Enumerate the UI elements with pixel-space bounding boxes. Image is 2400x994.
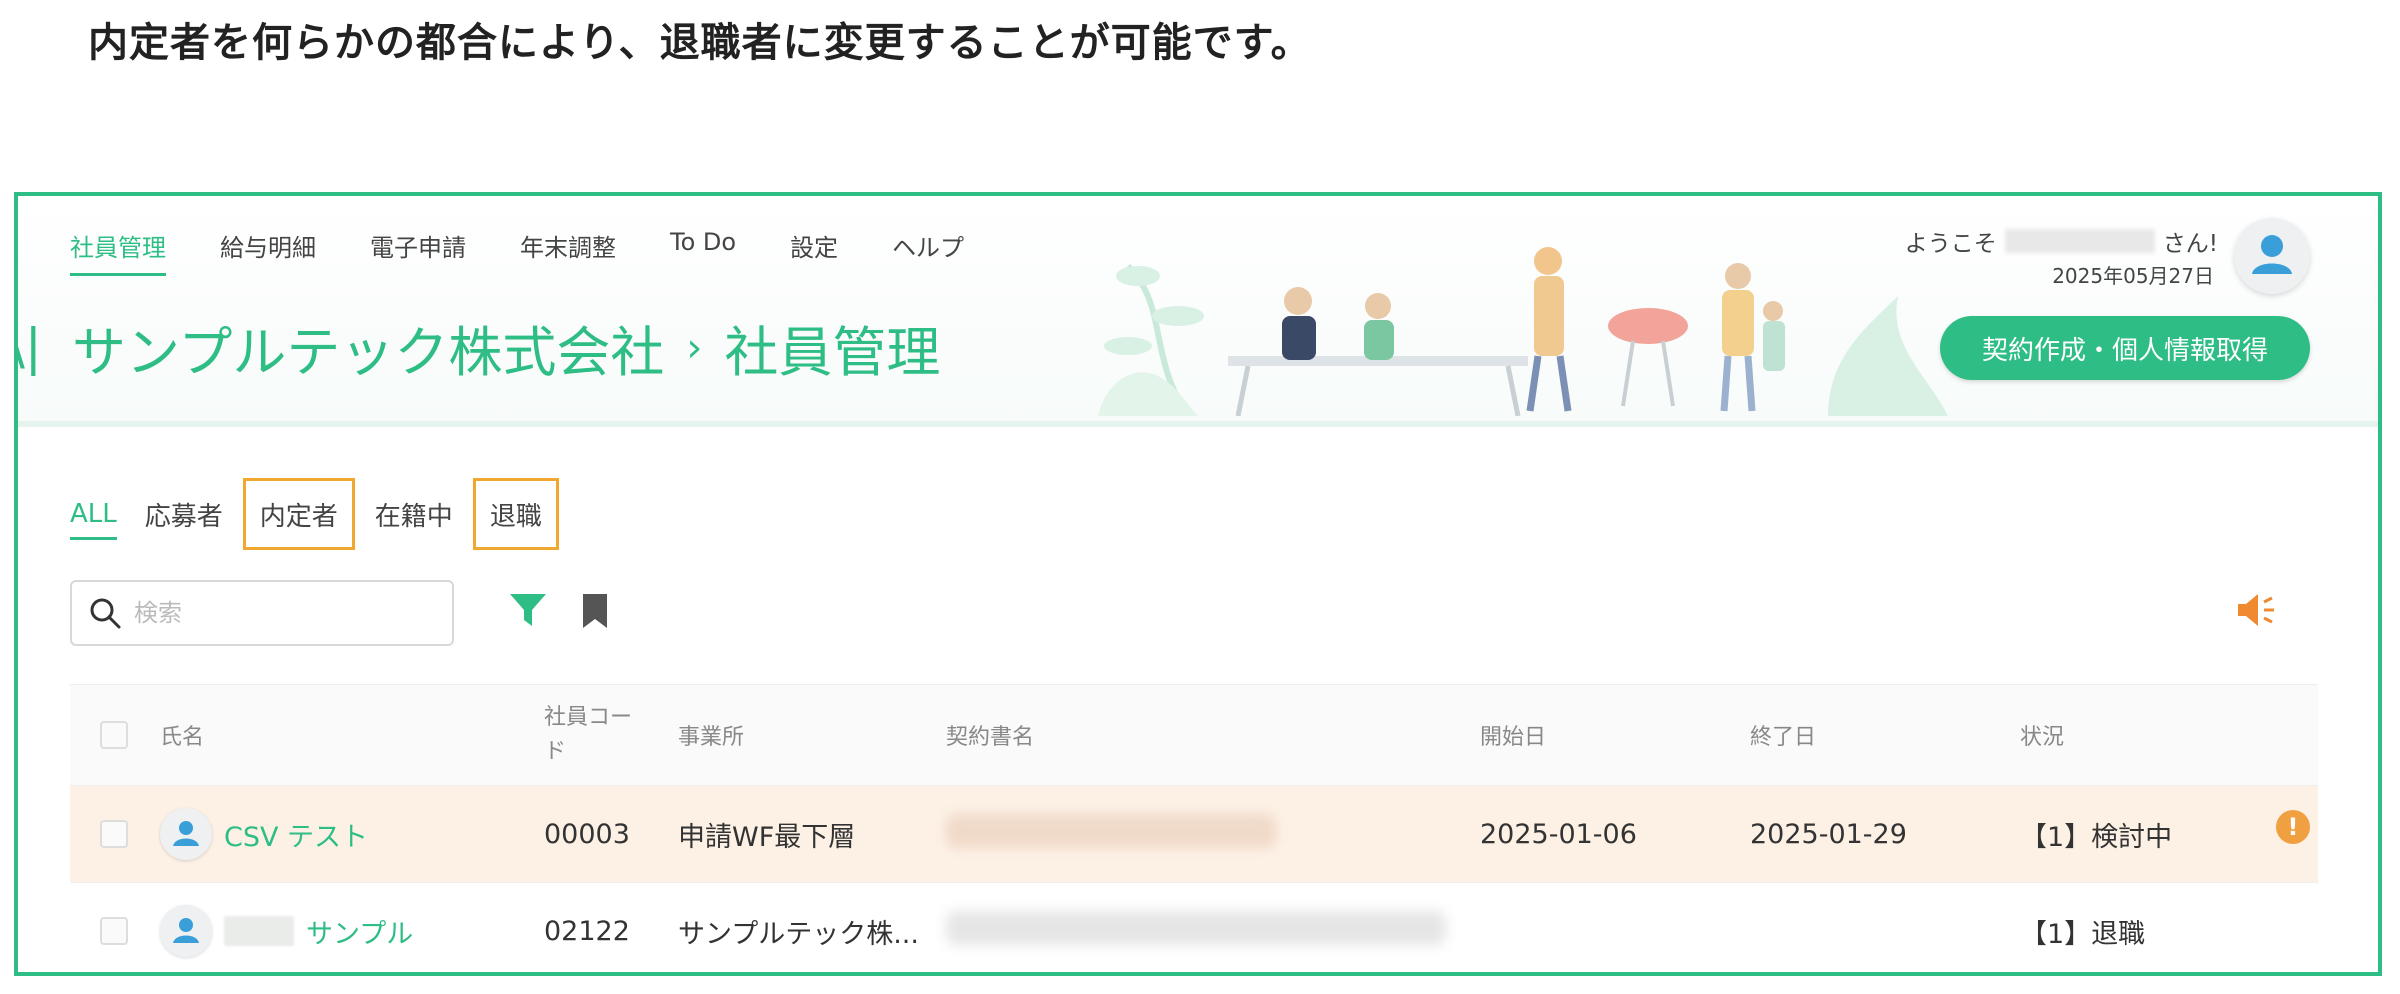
employee-name-link[interactable]: サンプル xyxy=(306,912,413,951)
tab-offered[interactable]: 内定者 xyxy=(242,478,355,550)
app-screenshot-frame: 社員管理 給与明細 電子申請 年末調整 To Do 設定 ヘルプ ようこそ さん… xyxy=(14,192,2382,976)
welcome-suffix: さん! xyxy=(2162,231,2218,257)
nav-item-settings[interactable]: 設定 xyxy=(790,228,838,276)
status-tabs: ALL 応募者 内定者 在籍中 退職 xyxy=(70,478,565,550)
search-box xyxy=(70,580,454,646)
redacted-contract xyxy=(946,910,1446,945)
redacted-surname xyxy=(224,916,294,946)
search-icon xyxy=(90,598,121,629)
row-checkbox-cell xyxy=(70,917,160,945)
select-all-checkbox[interactable] xyxy=(100,721,128,749)
page-title: サンプルテック株式会社 › 社員管理 xyxy=(72,308,940,387)
header-illustration xyxy=(1098,247,1948,416)
company-name[interactable]: サンプルテック株式会社 xyxy=(72,308,664,387)
user-icon xyxy=(2252,235,2292,274)
row-checkbox-cell xyxy=(70,820,160,848)
office-cell: サンプルテック株... xyxy=(678,918,919,950)
nav-item-payslip[interactable]: 給与明細 xyxy=(220,228,316,276)
row-checkbox[interactable] xyxy=(100,917,128,945)
filter-icon[interactable] xyxy=(508,590,548,630)
nav-item-help[interactable]: ヘルプ xyxy=(892,228,964,276)
speaker-icon[interactable] xyxy=(2234,588,2278,632)
section-name: 社員管理 xyxy=(724,321,941,384)
search-input[interactable] xyxy=(132,598,436,628)
tab-employed[interactable]: 在籍中 xyxy=(361,478,467,550)
bookmark-icon[interactable] xyxy=(580,592,610,630)
code-cell: 00003 xyxy=(544,818,630,850)
header-start-date[interactable]: 開始日 xyxy=(1470,719,1740,751)
nav-item-todo[interactable]: To Do xyxy=(670,228,736,276)
person-icon xyxy=(173,918,199,943)
status-cell: 【1】検討中 xyxy=(2020,821,2173,853)
username-redacted xyxy=(2004,229,2155,253)
nav-item-e-application[interactable]: 電子申請 xyxy=(370,228,466,276)
name-cell: CSV テスト xyxy=(160,808,534,860)
avatar xyxy=(160,808,212,860)
table-row[interactable]: CSV テスト 00003 申請WF最下層 2025-01-06 2025-01… xyxy=(70,786,2318,883)
name-cell: サンプル xyxy=(160,905,534,957)
app-header: 社員管理 給与明細 電子申請 年末調整 To Do 設定 ヘルプ ようこそ さん… xyxy=(18,196,2378,427)
main-nav: 社員管理 給与明細 電子申請 年末調整 To Do 設定 ヘルプ xyxy=(70,228,1018,276)
nav-item-year-end[interactable]: 年末調整 xyxy=(520,228,616,276)
employee-name-link[interactable]: CSV テスト xyxy=(224,815,368,854)
header-contract[interactable]: 契約書名 xyxy=(936,719,1470,751)
header-name[interactable]: 氏名 xyxy=(160,719,534,751)
instruction-text: 内定者を何らかの都合により、退職者に変更することが可能です。 xyxy=(88,20,1312,66)
header-code-line1: 社員コー xyxy=(544,705,633,730)
status-cell: 【1】退職 xyxy=(2020,918,2146,950)
contract-cell-redacted xyxy=(936,813,1470,855)
header-office[interactable]: 事業所 xyxy=(668,719,936,751)
employee-table: 氏名 社員コー ド 事業所 契約書名 開始日 終了日 状況 CSV テスト 00… xyxy=(70,684,2318,972)
code-cell: 02122 xyxy=(544,915,630,947)
breadcrumb-separator: › xyxy=(686,324,703,371)
welcome-message: ようこそ さん! xyxy=(1905,224,2218,258)
tab-applicants[interactable]: 応募者 xyxy=(131,478,237,550)
tab-all[interactable]: ALL xyxy=(70,478,131,550)
title-edge-mark: \| xyxy=(18,318,42,376)
end-date-cell: 2025-01-29 xyxy=(1750,818,1907,850)
current-date: 2025年05月27日 xyxy=(2052,264,2214,288)
avatar xyxy=(160,905,212,957)
table-row[interactable]: サンプル 02122 サンプルテック株... 【1】退職 xyxy=(70,883,2318,972)
table-header-row: 氏名 社員コー ド 事業所 契約書名 開始日 終了日 状況 xyxy=(70,684,2318,786)
person-icon xyxy=(173,821,199,846)
header-end-date[interactable]: 終了日 xyxy=(1740,719,2010,751)
user-avatar[interactable] xyxy=(2234,218,2310,294)
header-code[interactable]: 社員コー ド xyxy=(534,701,668,769)
tab-retired[interactable]: 退職 xyxy=(472,478,559,550)
contract-cell-redacted xyxy=(936,910,1470,952)
nav-item-employees[interactable]: 社員管理 xyxy=(70,228,166,276)
create-contract-button[interactable]: 契約作成・個人情報取得 xyxy=(1940,316,2310,380)
header-code-line2: ド xyxy=(544,739,567,764)
warning-icon[interactable]: ! xyxy=(2276,810,2310,844)
header-checkbox-cell xyxy=(70,721,160,749)
welcome-prefix: ようこそ xyxy=(1904,231,1997,257)
row-checkbox[interactable] xyxy=(100,820,128,848)
redacted-contract xyxy=(946,813,1276,848)
header-status[interactable]: 状況 xyxy=(2010,719,2290,751)
office-cell: 申請WF最下層 xyxy=(678,821,856,853)
start-date-cell: 2025-01-06 xyxy=(1480,818,1637,850)
